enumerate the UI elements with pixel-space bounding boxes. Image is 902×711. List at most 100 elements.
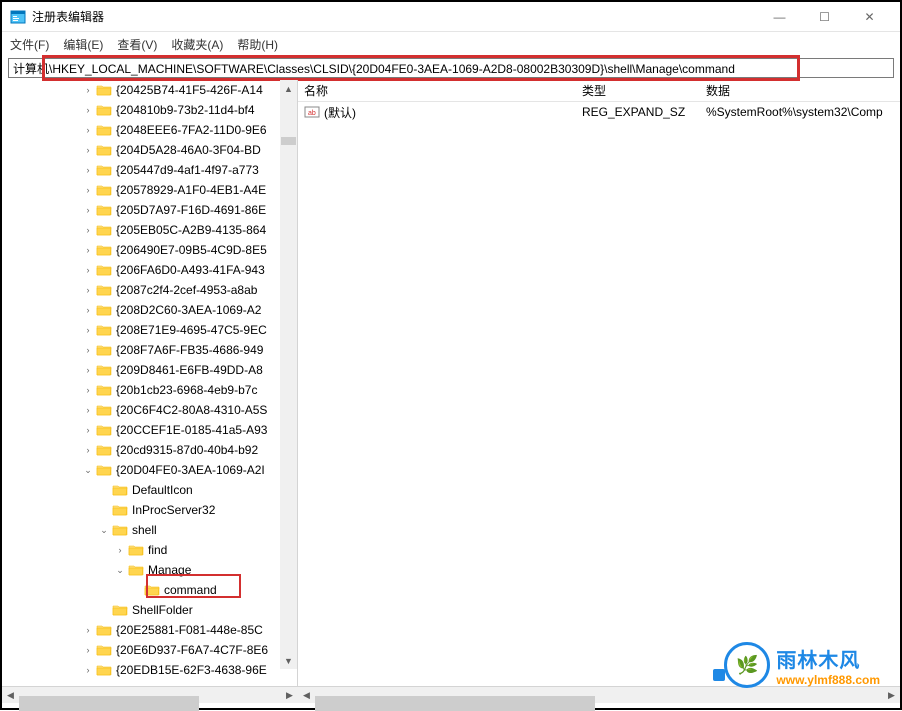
- scroll-down-icon[interactable]: ▼: [280, 652, 297, 669]
- chevron-right-icon[interactable]: ›: [82, 204, 94, 216]
- tree-item-label: shell: [132, 523, 157, 537]
- tree-item[interactable]: ›{20cd9315-87d0-40b4-b92: [2, 440, 297, 460]
- chevron-right-icon[interactable]: ›: [82, 424, 94, 436]
- tree-pane: ›{20425B74-41F5-426F-A14›{204810b9-73b2-…: [2, 80, 298, 686]
- tree-item[interactable]: InProcServer32: [2, 500, 297, 520]
- tree-item[interactable]: ›{2048EEE6-7FA2-11D0-9E6: [2, 120, 297, 140]
- menu-view[interactable]: 查看(V): [117, 36, 157, 53]
- tree-item[interactable]: › {20578929-A1F0-4EB1-A4E: [2, 180, 297, 200]
- scroll-left-icon[interactable]: ◀: [298, 687, 315, 704]
- tree-item[interactable]: ›{20EDB15E-62F3-4638-96E: [2, 660, 297, 680]
- watermark-logo-icon: 🌿: [724, 642, 770, 688]
- tree-item[interactable]: ›{206490E7-09B5-4C9D-8E5: [2, 240, 297, 260]
- chevron-right-icon[interactable]: ›: [82, 224, 94, 236]
- list-header: 名称 类型 数据: [298, 80, 900, 102]
- tree-item[interactable]: ›{208F7A6F-FB35-4686-949: [2, 340, 297, 360]
- tree-item[interactable]: › {204D5A28-46A0-3F04-BD: [2, 140, 297, 160]
- tree-item-label: {20578929-A1F0-4EB1-A4E: [116, 183, 266, 197]
- watermark-url: www.ylmf888.com: [776, 673, 880, 687]
- tree-item[interactable]: DefaultIcon: [2, 480, 297, 500]
- address-bar-wrap: 计算机\HKEY_LOCAL_MACHINE\SOFTWARE\Classes\…: [2, 56, 900, 80]
- chevron-right-icon[interactable]: ›: [82, 364, 94, 376]
- tree-item[interactable]: ›{209D8461-E6FB-49DD-A8: [2, 360, 297, 380]
- tree-item[interactable]: ShellFolder: [2, 600, 297, 620]
- menu-edit[interactable]: 编辑(E): [63, 36, 103, 53]
- tree-item[interactable]: ›{206FA6D0-A493-41FA-943: [2, 260, 297, 280]
- maximize-button[interactable]: ☐: [802, 2, 847, 32]
- scroll-track[interactable]: [280, 97, 297, 652]
- chevron-right-icon[interactable]: ›: [82, 664, 94, 676]
- chevron-right-icon[interactable]: ›: [82, 404, 94, 416]
- tree-item[interactable]: ›{208D2C60-3AEA-1069-A2: [2, 300, 297, 320]
- tree-item-label: {204D5A28-46A0-3F04-BD: [116, 143, 261, 157]
- tree-item[interactable]: ›{208E71E9-4695-47C5-9EC: [2, 320, 297, 340]
- menu-favorites[interactable]: 收藏夹(A): [171, 36, 223, 53]
- tree-scroll[interactable]: ›{20425B74-41F5-426F-A14›{204810b9-73b2-…: [2, 80, 297, 686]
- chevron-right-icon[interactable]: ›: [82, 324, 94, 336]
- folder-icon: [96, 363, 112, 377]
- chevron-right-icon[interactable]: ›: [82, 384, 94, 396]
- tree-item[interactable]: ›{20b1cb23-6968-4eb9-b7c: [2, 380, 297, 400]
- tree-item[interactable]: ›{20E25881-F081-448e-85C: [2, 620, 297, 640]
- tree-item[interactable]: ›find: [2, 540, 297, 560]
- tree-item[interactable]: ›{2087c2f4-2cef-4953-a8ab: [2, 280, 297, 300]
- scroll-left-icon[interactable]: ◀: [2, 687, 19, 704]
- tree-item[interactable]: ›{205EB05C-A2B9-4135-864: [2, 220, 297, 240]
- list-row[interactable]: ab(默认)REG_EXPAND_SZ%SystemRoot%\system32…: [298, 102, 900, 122]
- tree-item-label: ShellFolder: [132, 603, 193, 617]
- chevron-right-icon[interactable]: ›: [82, 164, 94, 176]
- chevron-right-icon[interactable]: ›: [82, 144, 94, 156]
- scroll-thumb[interactable]: [19, 696, 199, 711]
- chevron-right-icon[interactable]: ›: [82, 84, 94, 96]
- col-header-type[interactable]: 类型: [576, 80, 700, 101]
- chevron-right-icon[interactable]: ›: [82, 644, 94, 656]
- chevron-right-icon[interactable]: ›: [82, 344, 94, 356]
- tree-item[interactable]: ⌄ Manage: [2, 560, 297, 580]
- chevron-right-icon[interactable]: ›: [82, 244, 94, 256]
- scroll-thumb[interactable]: [315, 696, 595, 711]
- scroll-thumb[interactable]: [281, 137, 296, 145]
- address-bar[interactable]: 计算机\HKEY_LOCAL_MACHINE\SOFTWARE\Classes\…: [8, 58, 894, 78]
- folder-icon: [96, 423, 112, 437]
- chevron-right-icon[interactable]: ›: [82, 124, 94, 136]
- chevron-right-icon[interactable]: ›: [82, 444, 94, 456]
- chevron-right-icon[interactable]: ›: [82, 264, 94, 276]
- tree-item[interactable]: ›{20E6D937-F6A7-4C7F-8E6: [2, 640, 297, 660]
- tree-item[interactable]: ›{20425B74-41F5-426F-A14: [2, 80, 297, 100]
- tree-item-label: Manage: [148, 563, 191, 577]
- cell-name: ab(默认): [298, 104, 576, 121]
- minimize-button[interactable]: —: [757, 2, 802, 32]
- scroll-right-icon[interactable]: ▶: [281, 687, 298, 704]
- tree-item[interactable]: ›{205D7A97-F16D-4691-86E: [2, 200, 297, 220]
- chevron-right-icon[interactable]: ›: [82, 624, 94, 636]
- tree-item[interactable]: command: [2, 580, 297, 600]
- tree-item[interactable]: ⌄ shell: [2, 520, 297, 540]
- chevron-down-icon[interactable]: ⌄: [82, 464, 94, 476]
- chevron-down-icon[interactable]: ⌄: [98, 524, 110, 536]
- list-body[interactable]: ab(默认)REG_EXPAND_SZ%SystemRoot%\system32…: [298, 102, 900, 686]
- chevron-right-icon[interactable]: ›: [82, 184, 94, 196]
- close-button[interactable]: ✕: [847, 2, 892, 32]
- tree-item[interactable]: ›{204810b9-73b2-11d4-bf4: [2, 100, 297, 120]
- chevron-right-icon[interactable]: ›: [82, 104, 94, 116]
- tree-item[interactable]: ›{20CCEF1E-0185-41a5-A93: [2, 420, 297, 440]
- chevron-right-icon[interactable]: ›: [82, 284, 94, 296]
- menu-help[interactable]: 帮助(H): [237, 36, 278, 53]
- chevron-down-icon[interactable]: ⌄: [114, 564, 126, 576]
- tree-item-label: InProcServer32: [132, 503, 215, 517]
- scroll-right-icon[interactable]: ▶: [883, 687, 900, 704]
- tree-scrollbar-vertical[interactable]: ▲ ▼: [280, 80, 297, 669]
- col-header-name[interactable]: 名称: [298, 80, 576, 101]
- tree-item[interactable]: ⌄{20D04FE0-3AEA-1069-A2I: [2, 460, 297, 480]
- tree-toggle-empty: [98, 604, 110, 616]
- tree-item[interactable]: ›{20C6F4C2-80A8-4310-A5S: [2, 400, 297, 420]
- tree-item[interactable]: ›{205447d9-4af1-4f97-a773: [2, 160, 297, 180]
- tree-scrollbar-horizontal[interactable]: ◀ ▶: [2, 686, 298, 703]
- chevron-right-icon[interactable]: ›: [82, 304, 94, 316]
- col-header-data[interactable]: 数据: [700, 80, 900, 101]
- list-scrollbar-horizontal[interactable]: ◀ ▶: [298, 686, 900, 703]
- menu-file[interactable]: 文件(F): [10, 36, 49, 53]
- scroll-up-icon[interactable]: ▲: [280, 80, 297, 97]
- folder-icon: [96, 663, 112, 677]
- chevron-right-icon[interactable]: ›: [114, 544, 126, 556]
